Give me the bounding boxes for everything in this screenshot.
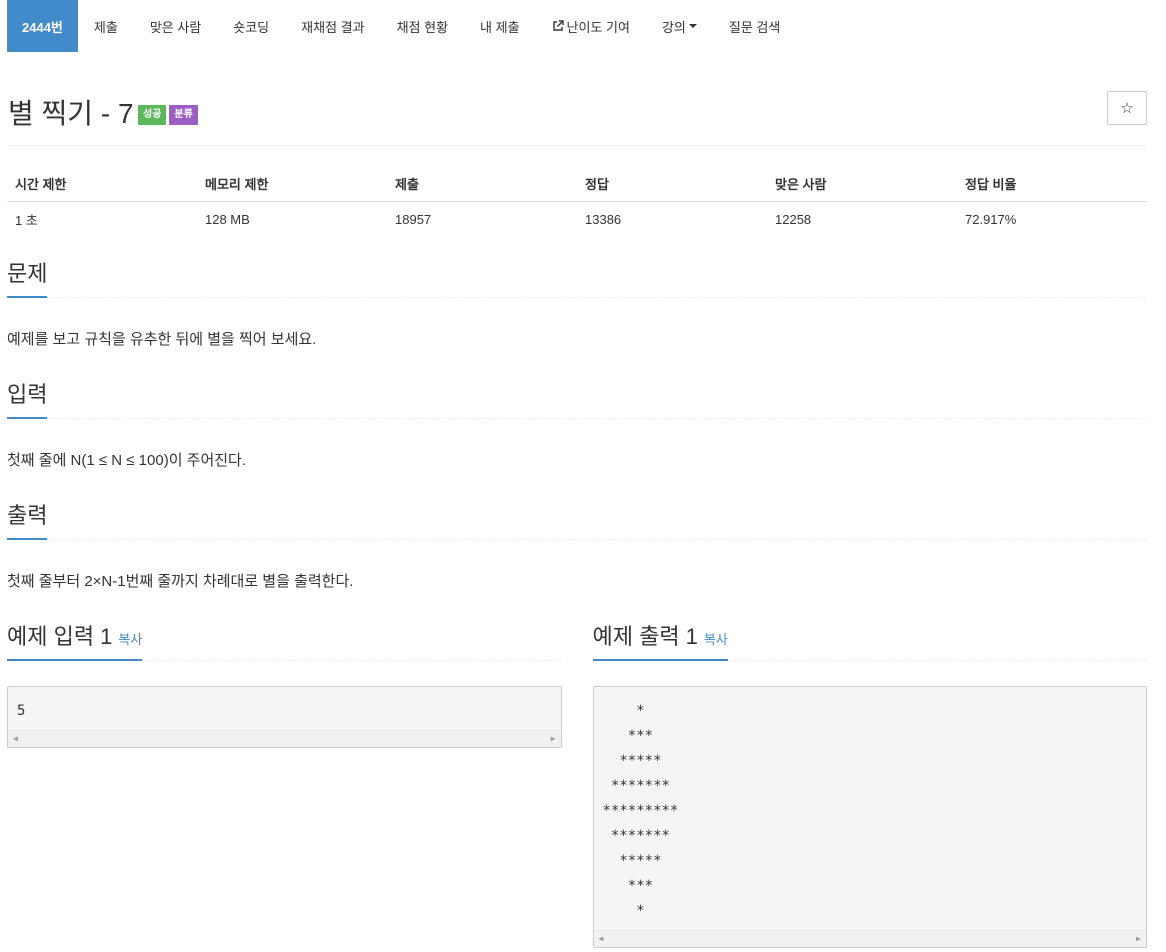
table-row: 1 초 128 MB 18957 13386 12258 72.917% (7, 201, 1147, 237)
tab-label: 채점 현황 (396, 19, 449, 35)
problem-badges: 성공 분류 (138, 105, 198, 125)
input-section-header: 입력 (7, 377, 1147, 419)
table-header-row: 시간 제한 메모리 제한 제출 정답 맞은 사람 정답 비율 (7, 166, 1147, 202)
success-badge[interactable]: 성공 (138, 105, 167, 125)
header-submissions: 제출 (387, 166, 577, 202)
sample-output-content: * *** ***** ******* ********* ******* **… (602, 703, 679, 919)
problem-header: 별 찍기 - 7 성공 분류 ☆ (7, 52, 1147, 146)
sample-input-box[interactable]: 5 ◀ ▶ (7, 686, 562, 748)
tab-my-submissions[interactable]: 내 제출 (464, 0, 536, 52)
tab-label: 난이도 기여 (566, 19, 630, 35)
scroll-right-icon[interactable]: ▶ (1136, 934, 1141, 943)
tab-question-search[interactable]: 질문 검색 (713, 0, 796, 52)
problem-description: 예제를 보고 규칙을 유추한 뒤에 별을 찍어 보세요. (7, 331, 317, 348)
problem-menu: 2444번 제출 맞은 사람 숏코딩 재채점 결과 채점 현황 내 제출 난이도… (0, 0, 1166, 52)
tab-label: 숏코딩 (233, 19, 270, 35)
copy-input-link[interactable]: 복사 (118, 632, 142, 647)
sample-output-title: 예제 출력 1 (592, 624, 698, 649)
memory-limit-value: 128 MB (205, 211, 250, 227)
tab-label: 2444번 (22, 19, 63, 35)
tab-label: 내 제출 (480, 19, 520, 35)
problem-info: 시간 제한 메모리 제한 제출 정답 맞은 사람 정답 비율 1 초 128 M… (7, 166, 1147, 237)
tab-label: 제출 (93, 19, 118, 35)
input-section-title: 입력 (7, 377, 48, 419)
sample-input-title: 예제 입력 1 (7, 624, 113, 649)
tab-short-coding[interactable]: 숏코딩 (217, 0, 285, 52)
header-accept-ratio: 정답 비율 (957, 166, 1147, 202)
horizontal-scrollbar[interactable]: ◀ ▶ (593, 930, 1146, 947)
caret-down-icon (688, 24, 697, 28)
output-section-title: 출력 (7, 498, 48, 540)
sample-input-block: 예제 입력 1 복사 5 ◀ ▶ (7, 619, 562, 948)
samples-area: 예제 입력 1 복사 5 ◀ ▶ 예제 출력 1 복사 * *** ***** **… (7, 619, 1147, 948)
tab-label: 맞은 사람 (149, 19, 202, 35)
tab-difficulty-contribution[interactable]: 난이도 기여 (536, 0, 646, 52)
scroll-right-icon[interactable]: ▶ (551, 734, 556, 743)
favorite-button[interactable]: ☆ (1107, 91, 1147, 125)
header-accepted-users: 맞은 사람 (767, 166, 957, 202)
tab-judge-status[interactable]: 채점 현황 (381, 0, 464, 52)
tab-accepted-users[interactable]: 맞은 사람 (134, 0, 217, 52)
accepted-users-value: 12258 (775, 211, 812, 227)
header-memory-limit: 메모리 제한 (197, 166, 387, 202)
sample-input-content: 5 (17, 703, 26, 719)
accept-ratio-value: 72.917% (965, 211, 1017, 227)
header-time-limit: 시간 제한 (7, 166, 197, 202)
tab-rejudge-results[interactable]: 재채점 결과 (285, 0, 380, 52)
tab-problem-number[interactable]: 2444번 (7, 0, 78, 52)
star-icon: ☆ (1120, 100, 1134, 117)
sample-output-block: 예제 출력 1 복사 * *** ***** ******* ********* … (592, 619, 1147, 948)
problem-info-table: 시간 제한 메모리 제한 제출 정답 맞은 사람 정답 비율 1 초 128 M… (7, 166, 1147, 237)
input-description: 첫째 줄에 N(1 ≤ N ≤ 100)이 주어진다. (7, 452, 247, 469)
time-limit-value: 1 초 (15, 212, 38, 228)
sample-input-header: 예제 입력 1 복사 (7, 619, 562, 661)
external-link-icon (552, 20, 564, 31)
output-description: 첫째 줄부터 2×N-1번째 줄까지 차례대로 별을 출력한다. (7, 573, 354, 590)
category-badge[interactable]: 분류 (169, 105, 198, 125)
tab-label: 강의 (661, 19, 686, 35)
submissions-value: 18957 (395, 211, 432, 227)
tab-submit[interactable]: 제출 (78, 0, 134, 52)
tab-label: 재채점 결과 (301, 19, 365, 35)
output-section-header: 출력 (7, 498, 1147, 540)
problem-title: 별 찍기 - 7 (8, 98, 134, 129)
header-accepted: 정답 (577, 166, 767, 202)
sample-output-header: 예제 출력 1 복사 (592, 619, 1147, 661)
problem-section-header: 문제 (7, 256, 1147, 298)
scroll-left-icon[interactable]: ◀ (599, 934, 604, 943)
sample-input-heading: 예제 입력 1 복사 (7, 619, 143, 661)
horizontal-scrollbar[interactable]: ◀ ▶ (8, 730, 561, 747)
copy-output-link[interactable]: 복사 (704, 632, 728, 647)
sample-output-heading: 예제 출력 1 복사 (592, 619, 728, 661)
sample-output-box[interactable]: * *** ***** ******* ********* ******* **… (592, 686, 1147, 948)
accepted-value: 13386 (585, 211, 622, 227)
problem-tabs: 2444번 제출 맞은 사람 숏코딩 재채점 결과 채점 현황 내 제출 난이도… (7, 0, 1166, 52)
problem-section-title: 문제 (7, 256, 48, 298)
scroll-left-icon[interactable]: ◀ (13, 734, 18, 743)
tab-lectures[interactable]: 강의 (646, 0, 713, 52)
tab-label: 질문 검색 (728, 19, 781, 35)
